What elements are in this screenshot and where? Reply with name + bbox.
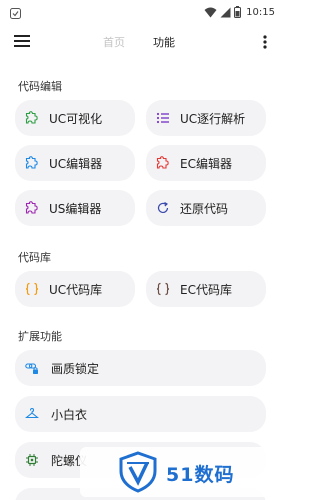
ec-editor-button[interactable]: EC编辑器	[146, 145, 266, 181]
link-lock-icon	[25, 361, 39, 375]
hanger-icon	[25, 407, 39, 421]
watermark-text: 51数码	[166, 464, 235, 486]
white-coat-button[interactable]: 小白衣	[15, 396, 266, 432]
tab-home[interactable]: 首页	[103, 34, 125, 50]
signal-icon	[220, 3, 231, 22]
uc-visual-button[interactable]: UC可视化	[15, 100, 135, 136]
wifi-icon	[204, 3, 217, 22]
notification-icon	[10, 4, 21, 23]
uc-code-library-label: UC代码库	[49, 283, 103, 297]
tab-features[interactable]: 功能	[153, 34, 175, 50]
more-options-icon[interactable]	[259, 32, 271, 52]
list-icon	[156, 111, 170, 125]
ec-code-library-button[interactable]: EC代码库	[146, 271, 266, 307]
section-title-code-library: 代码库	[18, 251, 51, 264]
uc-line-parse-button[interactable]: UC逐行解析	[146, 100, 266, 136]
watermark: 51数码	[80, 447, 270, 497]
braces-icon	[156, 282, 170, 296]
restore-code-label: 还原代码	[180, 202, 229, 216]
quality-lock-button[interactable]: 画质锁定	[15, 350, 266, 386]
puzzle-icon	[25, 111, 39, 125]
braces-icon	[25, 282, 39, 296]
ec-code-library-label: EC代码库	[180, 283, 232, 297]
shield-logo-icon	[118, 451, 158, 497]
status-time: 10:15	[246, 7, 275, 18]
white-coat-label: 小白衣	[51, 408, 88, 422]
chip-icon	[25, 453, 39, 467]
uc-editor-button[interactable]: UC编辑器	[15, 145, 135, 181]
puzzle-icon	[25, 156, 39, 170]
us-editor-label: US编辑器	[49, 202, 102, 216]
status-bar: 10:15	[0, 0, 281, 20]
quality-lock-label: 画质锁定	[51, 362, 100, 376]
app-bar: 首页 功能	[0, 24, 281, 60]
restore-code-button[interactable]: 还原代码	[146, 190, 266, 226]
refresh-icon	[156, 201, 170, 215]
menu-icon[interactable]	[12, 32, 32, 50]
uc-line-parse-label: UC逐行解析	[180, 112, 246, 126]
uc-editor-label: UC编辑器	[49, 157, 103, 171]
puzzle-icon	[156, 156, 170, 170]
section-title-extensions: 扩展功能	[18, 330, 62, 343]
uc-visual-label: UC可视化	[49, 112, 103, 126]
uc-code-library-button[interactable]: UC代码库	[15, 271, 135, 307]
puzzle-icon	[25, 201, 39, 215]
us-editor-button[interactable]: US编辑器	[15, 190, 135, 226]
battery-icon	[234, 3, 242, 22]
ec-editor-label: EC编辑器	[180, 157, 232, 171]
section-title-code-edit: 代码编辑	[18, 80, 62, 93]
